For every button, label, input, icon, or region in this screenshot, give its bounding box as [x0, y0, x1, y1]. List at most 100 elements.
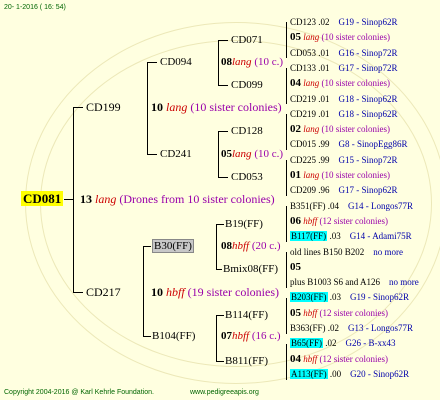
- no-more-link[interactable]: no more: [389, 277, 419, 287]
- no-more-link[interactable]: no more: [373, 247, 403, 257]
- ancestor-value: .99: [318, 139, 330, 150]
- ancestor-lines-note: plus B1003 S6 and A126: [290, 277, 381, 288]
- ancestor-breeder-code: G17 - Sinop62R: [338, 185, 398, 196]
- ancestor-queen-id[interactable]: B65(FF): [290, 338, 324, 349]
- ancestor-value: .01: [318, 108, 330, 119]
- connector-line: [286, 160, 287, 196]
- ancestor-row: CD219 .01 G18 - Sinop62R: [290, 107, 398, 121]
- queen-id-g3[interactable]: CD099: [231, 78, 263, 92]
- sire-drone-info: 10 lang (10 sister colonies): [151, 100, 282, 114]
- connector-line: [286, 68, 287, 104]
- drone-line-label: lang: [303, 170, 320, 180]
- ancestor-row: B117(FF) .03 G14 - Adami75R: [290, 229, 412, 243]
- website-link[interactable]: www.pedigreeapis.org: [190, 388, 259, 397]
- ancestor-value: .02: [318, 17, 330, 27]
- ancestor-row: B351(FF) .04 G14 - Longos77R: [290, 199, 413, 213]
- ancestor-breeder-code: G14 - Longos77R: [348, 200, 414, 211]
- ancestor-breeder-code: G18 - Sinop62R: [338, 93, 398, 104]
- ancestor-queen-id[interactable]: CD133: [290, 63, 316, 73]
- queen-id-sire-dam[interactable]: CD241: [160, 147, 192, 161]
- sister-colonies-note: (12 sister colonies): [319, 215, 388, 226]
- queen-id-dam[interactable]: CD217: [86, 285, 121, 299]
- ancestor-value: .00: [329, 368, 342, 379]
- queen-id-g3[interactable]: CD053: [231, 170, 263, 184]
- queen-id-g3[interactable]: Bmix08(FF): [223, 262, 278, 276]
- queen-id-g3[interactable]: B811(FF): [225, 354, 268, 368]
- dam-dam-drone-info: 07hbff (16 c.): [221, 330, 281, 342]
- ancestor-queen-id[interactable]: B351(FF): [290, 201, 326, 211]
- connector-line: [216, 269, 222, 270]
- queen-id-g3[interactable]: B114(FF): [225, 308, 268, 322]
- drone-count: 01: [290, 169, 301, 181]
- drone-count: 06: [290, 214, 301, 227]
- connector-line: [286, 206, 287, 242]
- sister-colonies-note: (10 sister colonies): [321, 32, 390, 43]
- queen-id-dam-sire[interactable]: B30(FF): [152, 239, 194, 253]
- ancestor-breeder-code: G19 - Sinop62R: [338, 17, 398, 27]
- ancestor-breeder-code: G26 - B-xx43: [345, 338, 396, 349]
- ancestor-value: .01: [318, 47, 330, 58]
- ancestor-row: plus B1003 S6 and A126 no more: [290, 275, 419, 289]
- ancestor-queen-id[interactable]: A113(FF): [290, 368, 328, 379]
- ancestor-row: 04 lang (10 sister colonies): [290, 76, 390, 90]
- connector-line: [218, 40, 228, 41]
- ancestor-queen-id[interactable]: B203(FF): [290, 292, 328, 303]
- connector-line: [147, 62, 148, 154]
- pedigree-canvas: 20- 1-2016 ( 16: 54) Copyright 2004-2016…: [0, 0, 440, 400]
- connector-line: [286, 298, 287, 334]
- drone-line-label: lang: [303, 32, 320, 43]
- connector-line: [143, 336, 151, 337]
- ancestor-row: 02 lang (10 sister colonies): [290, 122, 390, 136]
- queen-id-dam-dam[interactable]: B104(FF): [152, 329, 195, 343]
- queen-id-sire[interactable]: CD199: [86, 100, 121, 114]
- ancestor-breeder-code: G13 - Longos77R: [348, 323, 414, 333]
- ancestor-value: .96: [318, 185, 330, 196]
- ancestor-value: .02: [325, 338, 337, 349]
- ancestor-queen-id[interactable]: CD219: [290, 94, 316, 104]
- sister-colonies-note: (10 sister colonies): [321, 170, 390, 180]
- ancestor-value: .02: [327, 323, 340, 333]
- sire-dam-drone-info: 05lang (10 c.): [221, 148, 284, 160]
- ancestor-value: .03: [329, 231, 341, 242]
- connector-line: [147, 62, 157, 63]
- connector-line: [286, 22, 287, 58]
- drone-line-label: hbff: [303, 215, 318, 226]
- ancestor-value: .04: [327, 200, 340, 211]
- connector-line: [218, 177, 228, 178]
- ancestor-queen-id[interactable]: CD053: [290, 48, 316, 58]
- queen-id-g3[interactable]: CD128: [231, 124, 263, 138]
- ancestor-row: 04 hbff (12 sister colonies): [290, 352, 388, 366]
- connector-line: [286, 344, 287, 380]
- queen-id-g3[interactable]: B19(FF): [225, 217, 263, 231]
- ancestor-queen-id[interactable]: CD015: [290, 139, 316, 149]
- connector-line: [73, 107, 74, 293]
- ancestor-breeder-code: G17 - Sinop72R: [338, 62, 398, 73]
- ancestor-value: .01: [318, 62, 330, 73]
- drone-line-label: hbff: [303, 307, 318, 318]
- ancestor-queen-id[interactable]: B363(FF): [290, 323, 326, 333]
- ancestor-queen-id[interactable]: CD209: [290, 185, 316, 195]
- drone-line-label: hbff: [303, 353, 318, 364]
- connector-line: [216, 315, 217, 361]
- ancestor-row: CD015 .99 G8 - SinopEgg86R: [290, 137, 408, 151]
- ancestor-row: A113(FF) .00 G20 - Sinop62R: [290, 367, 409, 381]
- drone-count: 05: [290, 31, 301, 44]
- ancestor-row: 01 lang (10 sister colonies): [290, 168, 390, 182]
- ancestor-row: B65(FF) .02 G26 - B-xx43: [290, 336, 396, 350]
- ancestor-queen-id[interactable]: CD219: [290, 109, 316, 119]
- generated-date: 20- 1-2016 ( 16: 54): [4, 4, 66, 11]
- connector-line: [216, 315, 224, 316]
- connector-line: [143, 246, 144, 337]
- queen-id-root[interactable]: CD081: [21, 191, 64, 207]
- ancestor-queen-id[interactable]: B117(FF): [290, 231, 328, 242]
- ancestor-row: CD225 .99 G15 - Sinop72R: [290, 153, 398, 167]
- ancestor-queen-id[interactable]: CD225: [290, 155, 316, 165]
- queen-id-g3[interactable]: CD071: [231, 33, 263, 47]
- ancestor-queen-id[interactable]: CD123: [290, 17, 316, 27]
- queen-id-sire-sire[interactable]: CD094: [160, 55, 192, 69]
- sister-colonies-note: (10 sister colonies): [321, 78, 390, 89]
- drone-count: 05: [290, 306, 301, 319]
- drone-count: 04: [290, 77, 301, 90]
- ancestor-breeder-code: G14 - Adami75R: [349, 231, 412, 242]
- connector-line: [216, 224, 217, 270]
